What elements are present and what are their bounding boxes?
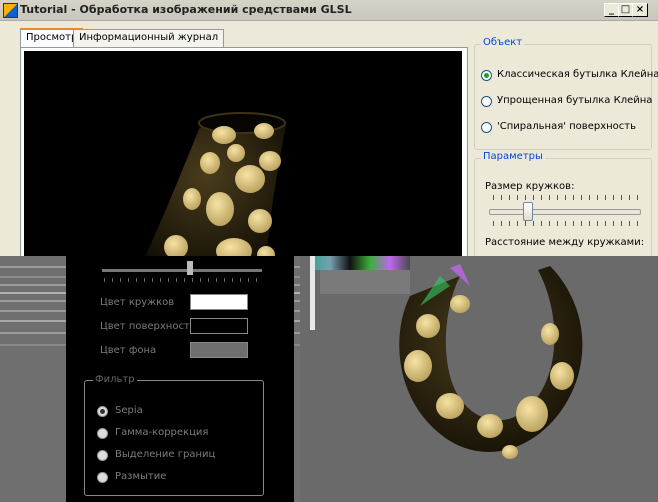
maximize-button[interactable]: □ [618, 3, 633, 17]
slider-ticks [493, 195, 639, 200]
surface-color-label: Цвет поверхности [100, 321, 197, 332]
close-button[interactable]: × [632, 3, 648, 17]
spot-distance-slider[interactable] [102, 269, 262, 272]
spot-size-slider[interactable] [489, 209, 641, 215]
radio-button[interactable] [97, 406, 108, 417]
title-bar[interactable]: Tutorial - Обработка изображений средств… [0, 0, 658, 21]
glitch-white-bar [310, 256, 315, 330]
slider-ticks [104, 278, 260, 282]
filter-group: Фильтр Sepia Гамма-коррекция Выделение г… [84, 374, 264, 496]
spot-color-swatch[interactable] [190, 294, 248, 310]
klein-bottle-render [142, 112, 286, 262]
spot-size-label: Размер кружков: [485, 181, 575, 192]
tab-info-log[interactable]: Информационный журнал [73, 29, 225, 47]
surface-color-swatch[interactable] [190, 318, 248, 334]
slider-ticks [493, 221, 639, 226]
object-group: Объект Классическая бутылка Клейна Упрощ… [474, 37, 658, 150]
klein-bottle-glitch-render [300, 256, 658, 502]
app-icon [3, 3, 18, 18]
radio-label: Sepia [115, 405, 143, 416]
radio-button[interactable] [481, 70, 492, 81]
radio-button[interactable] [97, 428, 108, 439]
background-color-swatch[interactable] [190, 342, 248, 358]
radio-label: Выделение границ [115, 449, 216, 460]
filter-group-title: Фильтр [93, 374, 137, 385]
render-viewport[interactable] [24, 51, 462, 262]
spot-color-label: Цвет кружков [100, 297, 175, 308]
radio-button[interactable] [481, 96, 492, 107]
radio-button[interactable] [97, 472, 108, 483]
radio-label: Гамма-коррекция [115, 427, 209, 438]
radio-label: Упрощенная бутылка Клейна [497, 95, 653, 106]
radio-label: 'Спиральная' поверхность [497, 121, 636, 132]
spot-distance-slider-thumb[interactable] [187, 261, 193, 275]
radio-label: Классическая бутылка Клейна [497, 69, 658, 80]
params-group-title: Параметры [481, 151, 545, 162]
spot-size-slider-thumb[interactable] [522, 202, 533, 221]
params-group: Параметры Размер кружков: Расстояние меж… [474, 151, 652, 262]
radio-label: Размытие [115, 471, 167, 482]
radio-button[interactable] [97, 450, 108, 461]
minimize-button[interactable]: _ [604, 3, 619, 17]
radio-button[interactable] [481, 122, 492, 133]
main-window: Tutorial - Обработка изображений средств… [0, 0, 658, 262]
glitched-viewport [300, 256, 658, 502]
object-group-title: Объект [481, 37, 525, 48]
window-title: Tutorial - Обработка изображений средств… [20, 3, 352, 16]
spot-distance-label: Расстояние между кружками: [485, 237, 645, 248]
background-color-label: Цвет фона [100, 345, 157, 356]
glitch-color-band [310, 256, 410, 270]
dark-controls-panel: Цвет кружков Цвет поверхности Цвет фона … [66, 256, 294, 502]
